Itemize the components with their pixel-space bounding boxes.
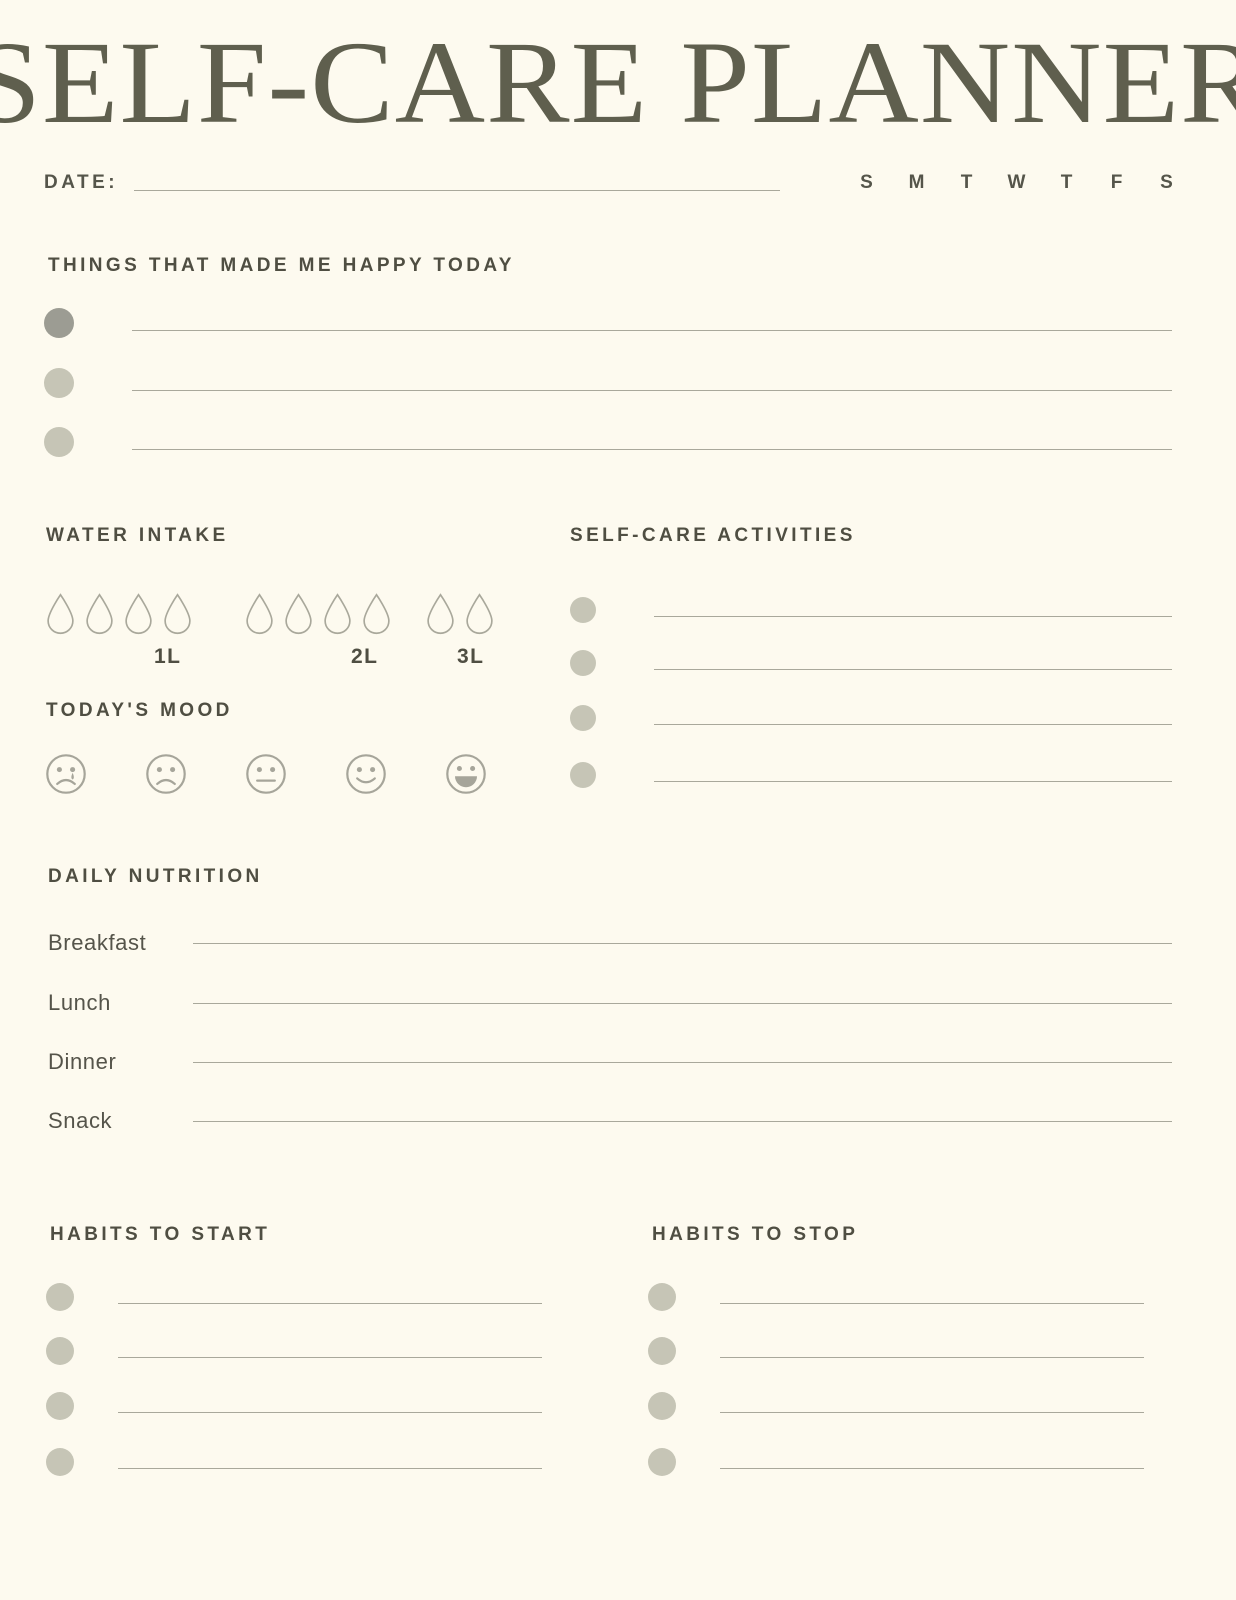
water-group-2l — [243, 592, 399, 636]
activity-list-item[interactable] — [570, 705, 1172, 731]
water-drop-icon[interactable] — [424, 592, 457, 636]
bullet-dot-icon — [46, 1392, 74, 1420]
nutrition-row-dinner[interactable]: Dinner — [48, 1049, 1172, 1075]
water-group-3l — [424, 592, 502, 636]
habit-stop-input-line[interactable] — [720, 1357, 1144, 1358]
date-label: DATE: — [44, 172, 119, 193]
nutrition-input-dinner[interactable] — [193, 1061, 1172, 1063]
crying-face-icon[interactable] — [44, 752, 88, 796]
habits-start-heading: HABITS TO START — [50, 1224, 271, 1245]
activity-input-line[interactable] — [654, 668, 1172, 670]
weekday-sunday[interactable]: S — [842, 172, 892, 194]
bullet-dot-icon — [44, 368, 74, 398]
activity-list-item[interactable] — [570, 597, 1172, 623]
bullet-dot-icon — [44, 308, 74, 338]
bullet-dot-icon — [648, 1337, 676, 1365]
bullet-dot-icon — [46, 1448, 74, 1476]
habit-start-input-line[interactable] — [118, 1357, 542, 1358]
nutrition-row-lunch[interactable]: Lunch — [48, 990, 1172, 1016]
bullet-dot-icon — [46, 1337, 74, 1365]
activity-input-line[interactable] — [654, 723, 1172, 725]
happy-input-line[interactable] — [132, 389, 1172, 391]
self-care-planner-page: SELF-CARE PLANNER DATE: S M T W T F S TH… — [0, 0, 1236, 1600]
mood-selector — [44, 752, 544, 796]
bullet-dot-icon — [648, 1283, 676, 1311]
happy-input-line[interactable] — [132, 329, 1172, 331]
happy-input-line[interactable] — [132, 448, 1172, 450]
habit-stop-input-line[interactable] — [720, 1468, 1144, 1469]
happy-list-item[interactable] — [44, 368, 1172, 398]
water-label-1l: 1L — [154, 645, 182, 668]
nutrition-label-lunch: Lunch — [48, 990, 111, 1015]
date-input-line[interactable] — [134, 189, 781, 191]
bullet-dot-icon — [648, 1392, 676, 1420]
water-drop-icon[interactable] — [321, 592, 354, 636]
water-drop-icon[interactable] — [122, 592, 155, 636]
water-label-3l: 3L — [457, 645, 485, 668]
activity-list-item[interactable] — [570, 762, 1172, 788]
habit-start-input-line[interactable] — [118, 1468, 542, 1469]
activity-list-item[interactable] — [570, 650, 1172, 676]
habit-stop-item[interactable] — [648, 1392, 1144, 1420]
sad-face-icon[interactable] — [144, 752, 188, 796]
habit-start-item[interactable] — [46, 1337, 542, 1365]
mood-section-heading: TODAY'S MOOD — [46, 700, 233, 721]
habit-stop-input-line[interactable] — [720, 1303, 1144, 1304]
habit-stop-item[interactable] — [648, 1283, 1144, 1311]
water-drop-icon[interactable] — [44, 592, 77, 636]
bullet-dot-icon — [46, 1283, 74, 1311]
happy-section-heading: THINGS THAT MADE ME HAPPY TODAY — [48, 255, 515, 276]
habit-start-item[interactable] — [46, 1392, 542, 1420]
water-intake-heading: WATER INTAKE — [46, 525, 229, 546]
water-drop-icon[interactable] — [360, 592, 393, 636]
page-title: SELF-CARE PLANNER — [0, 17, 1236, 148]
habit-start-item[interactable] — [46, 1283, 542, 1311]
weekday-monday[interactable]: M — [892, 172, 942, 194]
nutrition-input-lunch[interactable] — [193, 1002, 1172, 1004]
weekday-tuesday[interactable]: T — [942, 172, 992, 194]
habits-stop-heading: HABITS TO STOP — [652, 1224, 859, 1245]
habit-start-input-line[interactable] — [118, 1412, 542, 1413]
habit-start-item[interactable] — [46, 1448, 542, 1476]
habit-stop-item[interactable] — [648, 1448, 1144, 1476]
water-drop-icon[interactable] — [161, 592, 194, 636]
bullet-dot-icon — [570, 597, 596, 623]
water-label-2l: 2L — [351, 645, 379, 668]
bullet-dot-icon — [570, 650, 596, 676]
weekday-saturday[interactable]: S — [1142, 172, 1192, 194]
nutrition-label-dinner: Dinner — [48, 1049, 117, 1074]
bullet-dot-icon — [44, 427, 74, 457]
water-drop-icon[interactable] — [282, 592, 315, 636]
water-drop-icon[interactable] — [463, 592, 496, 636]
neutral-face-icon[interactable] — [244, 752, 288, 796]
nutrition-input-snack[interactable] — [193, 1120, 1172, 1122]
nutrition-row-snack[interactable]: Snack — [48, 1108, 1172, 1134]
date-row: DATE: S M T W T F S — [44, 168, 1192, 198]
weekday-friday[interactable]: F — [1092, 172, 1142, 194]
nutrition-label-snack: Snack — [48, 1108, 113, 1133]
water-drop-icon[interactable] — [83, 592, 116, 636]
nutrition-label-breakfast: Breakfast — [48, 930, 147, 955]
happy-list-item[interactable] — [44, 308, 1172, 338]
weekday-selector: S M T W T F S — [842, 172, 1192, 194]
nutrition-row-breakfast[interactable]: Breakfast — [48, 930, 1172, 956]
water-group-1l — [44, 592, 200, 636]
nutrition-section-heading: DAILY NUTRITION — [48, 866, 263, 887]
habit-start-input-line[interactable] — [118, 1303, 542, 1304]
habit-stop-input-line[interactable] — [720, 1412, 1144, 1413]
bullet-dot-icon — [570, 705, 596, 731]
smiling-face-icon[interactable] — [344, 752, 388, 796]
weekday-thursday[interactable]: T — [1042, 172, 1092, 194]
habit-stop-item[interactable] — [648, 1337, 1144, 1365]
grinning-face-icon[interactable] — [444, 752, 488, 796]
activities-section-heading: SELF-CARE ACTIVITIES — [570, 525, 856, 546]
nutrition-input-breakfast[interactable] — [193, 942, 1172, 944]
bullet-dot-icon — [570, 762, 596, 788]
activity-input-line[interactable] — [654, 780, 1172, 782]
water-drop-icon[interactable] — [243, 592, 276, 636]
happy-list-item[interactable] — [44, 427, 1172, 457]
weekday-wednesday[interactable]: W — [992, 172, 1042, 194]
activity-input-line[interactable] — [654, 615, 1172, 617]
bullet-dot-icon — [648, 1448, 676, 1476]
